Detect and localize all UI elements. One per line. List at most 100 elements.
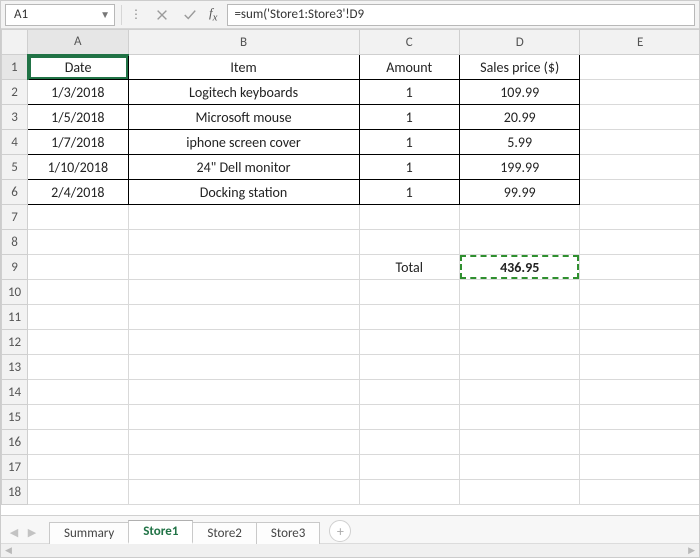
cell[interactable]	[28, 255, 128, 280]
cell[interactable]	[580, 255, 699, 280]
cell[interactable]	[128, 305, 359, 330]
cell[interactable]	[359, 330, 459, 355]
cell[interactable]: Logitech keyboards	[128, 80, 359, 105]
cell[interactable]	[580, 455, 699, 480]
cell[interactable]	[28, 230, 128, 255]
cell[interactable]	[580, 305, 699, 330]
chevron-down-icon[interactable]: ▼	[100, 8, 110, 21]
column-header-D[interactable]: D	[459, 30, 580, 55]
drag-handle-icon[interactable]: ⋮	[128, 7, 145, 22]
row-header[interactable]: 13	[2, 355, 28, 380]
cell[interactable]	[128, 480, 359, 505]
cell[interactable]: 1/10/2018	[28, 155, 128, 180]
row-header[interactable]: 3	[2, 105, 28, 130]
cell[interactable]	[580, 480, 699, 505]
cell[interactable]: Docking station	[128, 180, 359, 205]
cell[interactable]: 1	[359, 155, 459, 180]
sheet-tab-summary[interactable]: Summary	[49, 522, 129, 544]
cell[interactable]	[128, 380, 359, 405]
cell[interactable]	[359, 205, 459, 230]
cell[interactable]	[580, 380, 699, 405]
cell[interactable]	[28, 330, 128, 355]
cell[interactable]	[359, 455, 459, 480]
total-label-cell[interactable]: Total	[359, 255, 459, 280]
cell[interactable]: Date	[28, 55, 128, 80]
select-all-corner[interactable]	[2, 30, 28, 55]
cell[interactable]	[580, 405, 699, 430]
cell[interactable]: Item	[128, 55, 359, 80]
cell[interactable]	[28, 455, 128, 480]
column-header-A[interactable]: A	[28, 30, 128, 55]
cell[interactable]	[359, 380, 459, 405]
row-header[interactable]: 5	[2, 155, 28, 180]
row-header[interactable]: 18	[2, 480, 28, 505]
cell[interactable]	[580, 430, 699, 455]
cell[interactable]	[128, 280, 359, 305]
cell[interactable]	[580, 180, 699, 205]
cell[interactable]	[128, 255, 359, 280]
cell[interactable]	[359, 430, 459, 455]
cell[interactable]: 99.99	[459, 180, 580, 205]
cell[interactable]: 1/7/2018	[28, 130, 128, 155]
cell[interactable]: 1/3/2018	[28, 80, 128, 105]
cell[interactable]	[459, 205, 580, 230]
cancel-formula-button[interactable]	[151, 5, 173, 25]
cell[interactable]	[459, 380, 580, 405]
cell[interactable]	[459, 305, 580, 330]
cell[interactable]	[580, 205, 699, 230]
cell[interactable]	[580, 230, 699, 255]
cell[interactable]: 1/5/2018	[28, 105, 128, 130]
cell[interactable]	[459, 280, 580, 305]
enter-formula-button[interactable]	[179, 5, 201, 25]
cell[interactable]	[28, 280, 128, 305]
fx-icon[interactable]: fx	[207, 5, 221, 24]
cell[interactable]	[580, 55, 699, 80]
column-header-E[interactable]: E	[580, 30, 699, 55]
column-header-C[interactable]: C	[359, 30, 459, 55]
row-header[interactable]: 10	[2, 280, 28, 305]
row-header[interactable]: 9	[2, 255, 28, 280]
cell[interactable]	[459, 405, 580, 430]
row-header[interactable]: 7	[2, 205, 28, 230]
cell[interactable]	[459, 230, 580, 255]
cell[interactable]	[28, 305, 128, 330]
cell[interactable]: 1	[359, 180, 459, 205]
cell[interactable]	[580, 80, 699, 105]
cell[interactable]: 1	[359, 80, 459, 105]
sheet-tab-store2[interactable]: Store2	[192, 522, 256, 544]
tab-nav-prev[interactable]: ◀	[5, 521, 23, 543]
cell[interactable]	[359, 280, 459, 305]
cell[interactable]: 199.99	[459, 155, 580, 180]
cell[interactable]	[580, 105, 699, 130]
cell[interactable]	[128, 430, 359, 455]
row-header[interactable]: 2	[2, 80, 28, 105]
total-value-cell[interactable]: 436.95	[459, 255, 580, 280]
cell[interactable]: 109.99	[459, 80, 580, 105]
cell[interactable]	[359, 305, 459, 330]
row-header[interactable]: 8	[2, 230, 28, 255]
cell[interactable]: 1	[359, 105, 459, 130]
row-header[interactable]: 17	[2, 455, 28, 480]
cell[interactable]	[28, 380, 128, 405]
cell[interactable]	[459, 355, 580, 380]
cell[interactable]	[459, 430, 580, 455]
cell[interactable]: 5.99	[459, 130, 580, 155]
row-header[interactable]: 6	[2, 180, 28, 205]
grid-area[interactable]: A B C D E 1 Date Item Amount Sales price…	[1, 29, 699, 515]
sheet-tab-store3[interactable]: Store3	[256, 522, 320, 544]
cell[interactable]	[580, 155, 699, 180]
cell[interactable]	[359, 230, 459, 255]
cell[interactable]	[128, 455, 359, 480]
cell[interactable]	[28, 405, 128, 430]
cell[interactable]	[459, 480, 580, 505]
tab-nav-next[interactable]: ▶	[23, 521, 41, 543]
row-header[interactable]: 14	[2, 380, 28, 405]
row-header[interactable]: 4	[2, 130, 28, 155]
cell[interactable]	[28, 355, 128, 380]
cell[interactable]: Amount	[359, 55, 459, 80]
cell[interactable]	[359, 480, 459, 505]
row-header[interactable]: 15	[2, 405, 28, 430]
cell[interactable]: Sales price ($)	[459, 55, 580, 80]
row-header[interactable]: 12	[2, 330, 28, 355]
cell[interactable]	[580, 355, 699, 380]
